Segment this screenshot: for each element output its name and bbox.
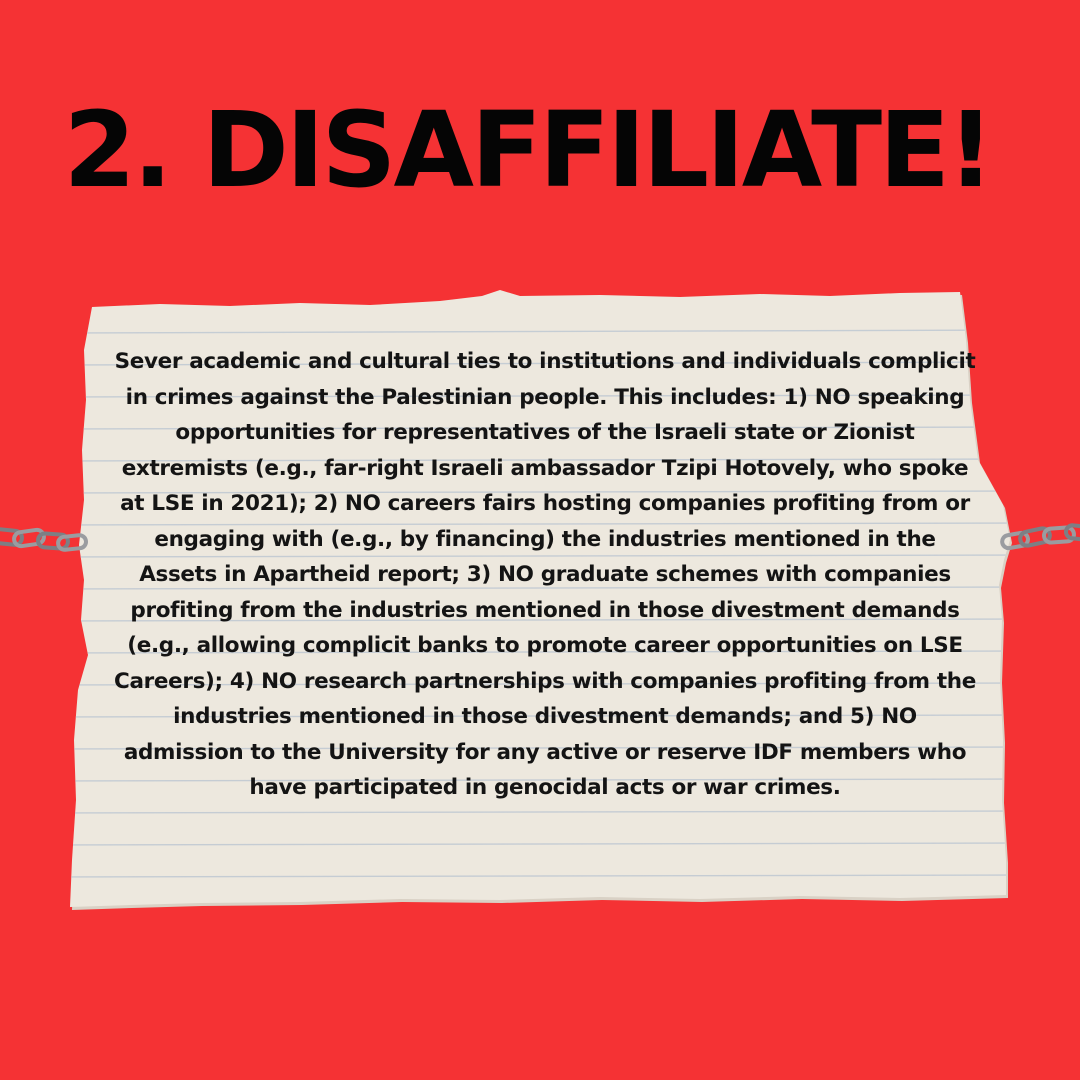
poster-canvas: 2. DISAFFILIATE! Sever academic and cult…	[0, 0, 1080, 1080]
note-body-text: Sever academic and cultural ties to inst…	[114, 349, 976, 800]
